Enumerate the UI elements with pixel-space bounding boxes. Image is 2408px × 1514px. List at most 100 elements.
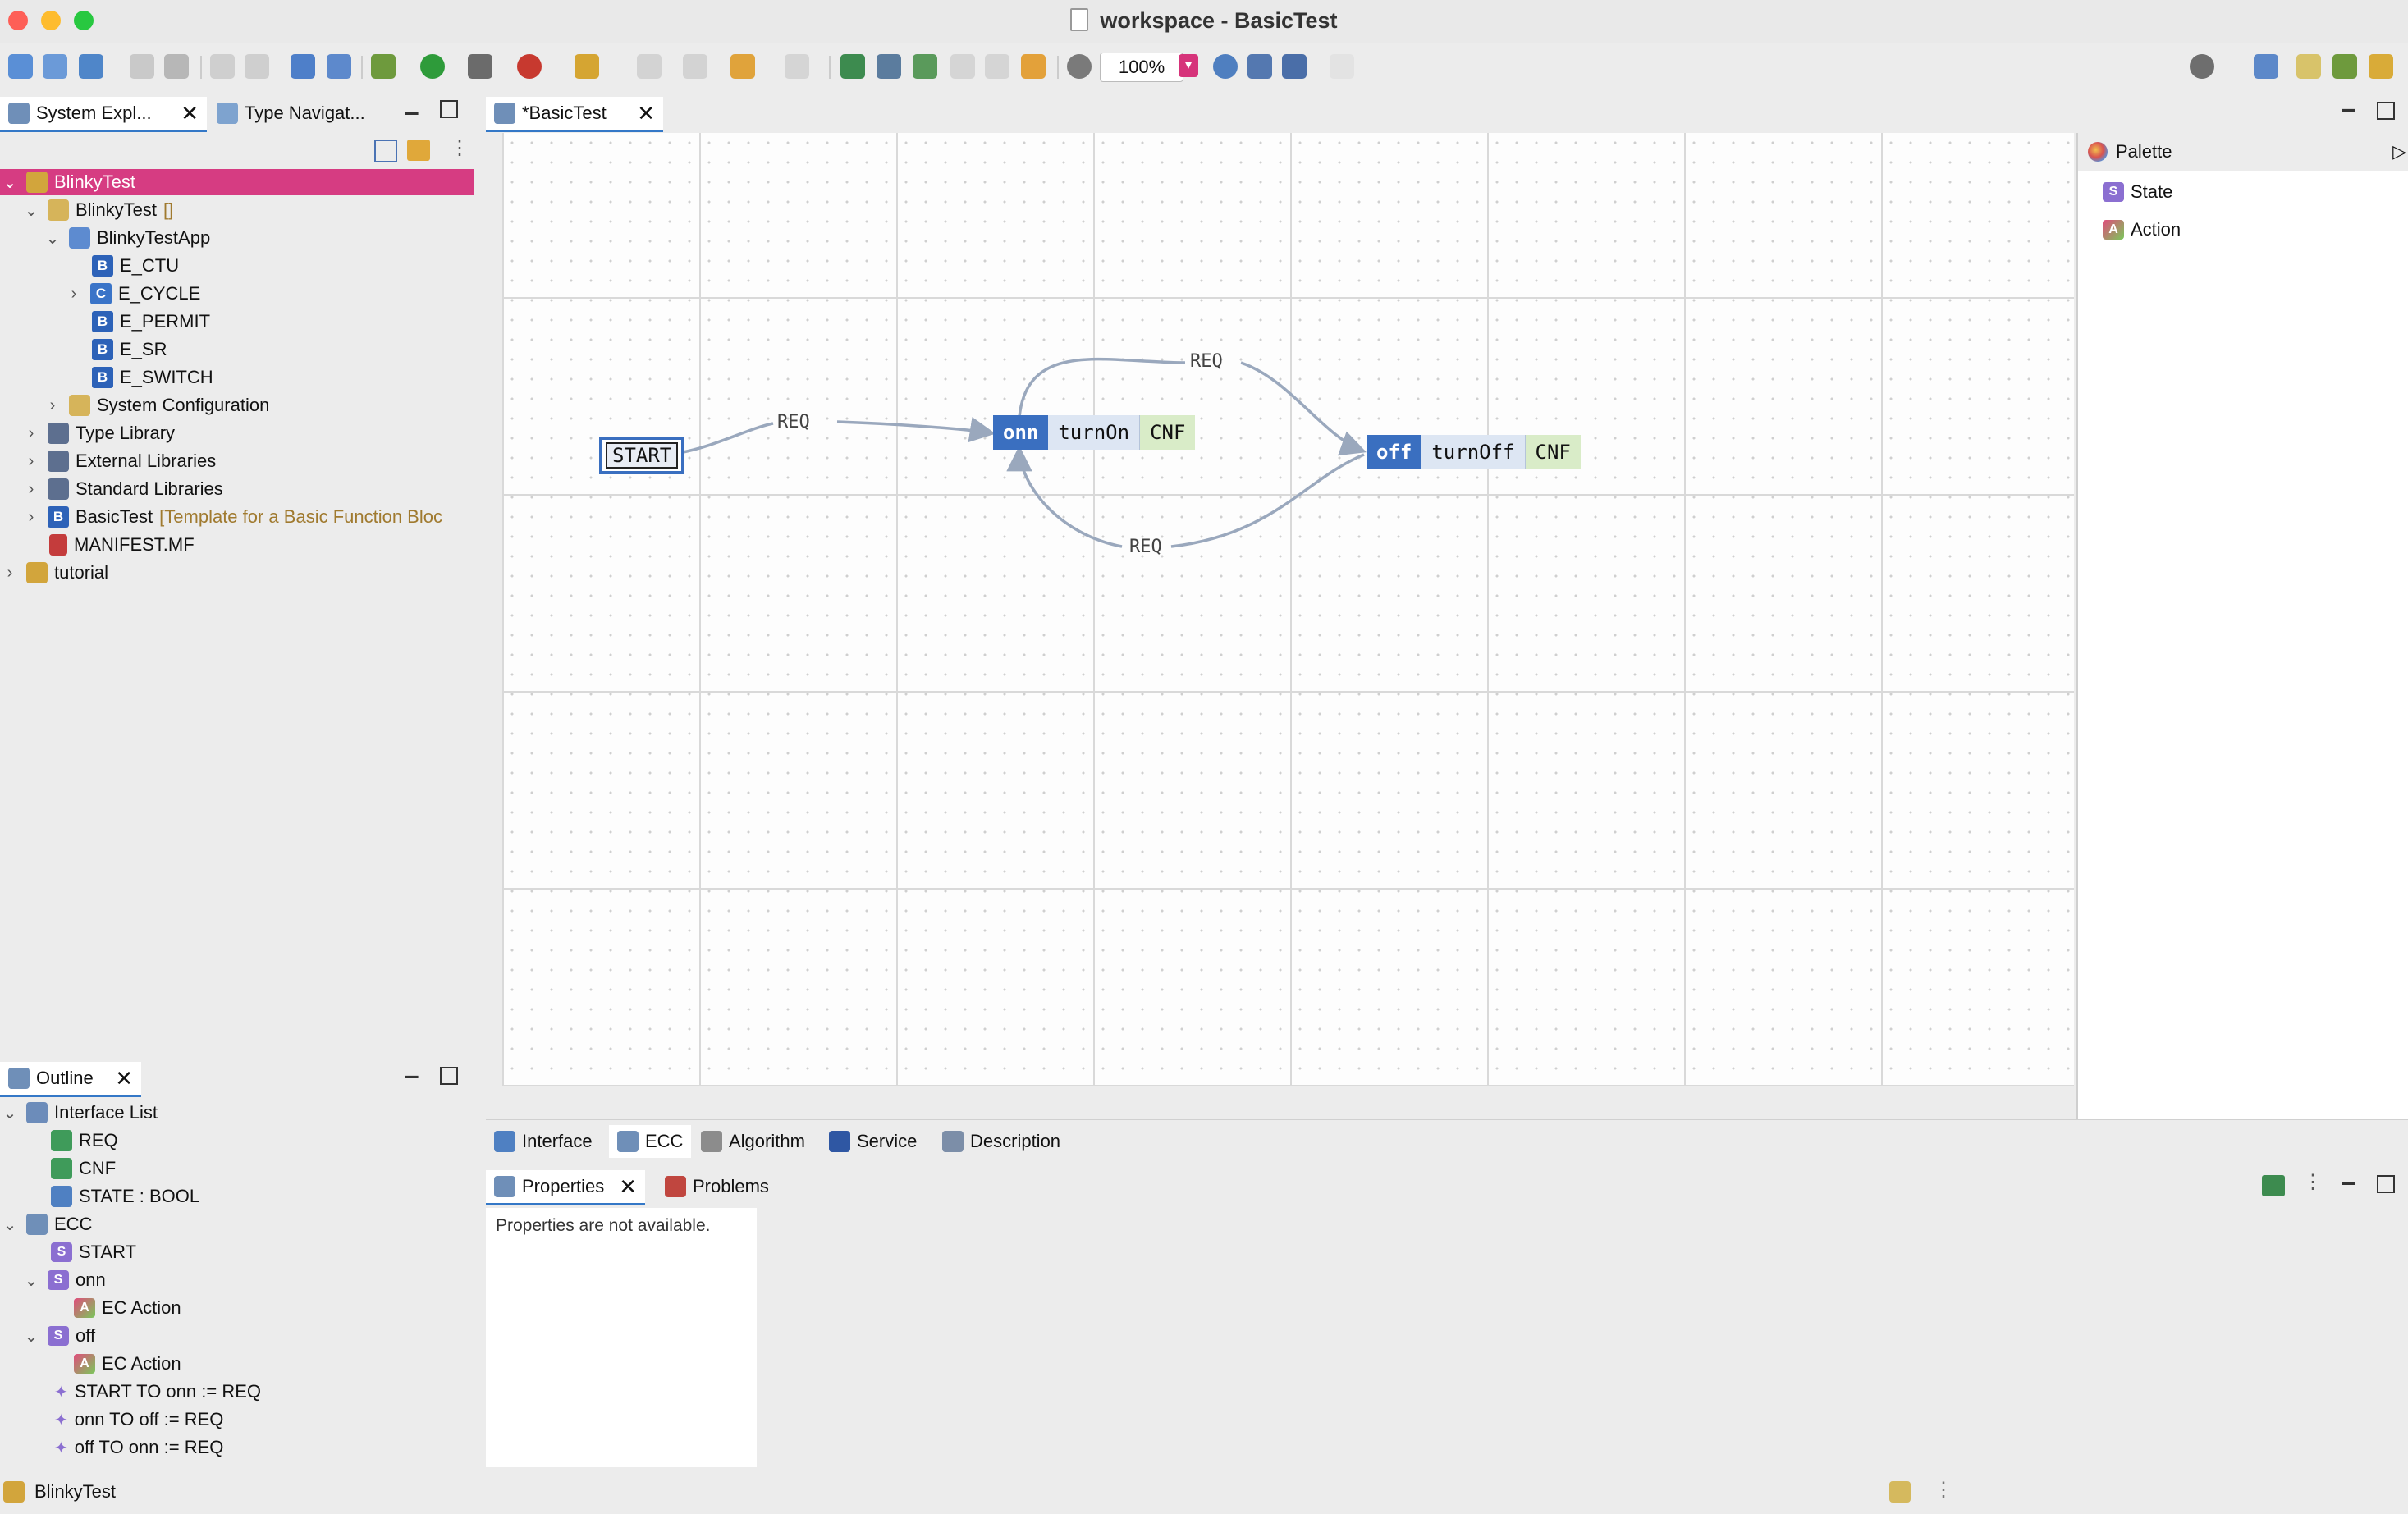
save-icon[interactable]: [130, 54, 154, 79]
tree-item-e-cycle[interactable]: › C E_CYCLE: [64, 281, 200, 307]
chevron-right-icon[interactable]: ›: [0, 564, 20, 583]
system-perspective-icon[interactable]: [2296, 54, 2321, 79]
new-type-icon[interactable]: [79, 54, 103, 79]
minimize-icon[interactable]: ▁: [2342, 92, 2355, 112]
tree-item-external-libraries[interactable]: › External Libraries: [21, 448, 216, 474]
chevron-right-icon[interactable]: ›: [21, 452, 41, 471]
tab-algorithm[interactable]: Algorithm: [693, 1125, 813, 1158]
state-onn[interactable]: onn turnOn CNF: [993, 415, 1196, 450]
pin-icon[interactable]: [2262, 1175, 2285, 1196]
tab-basictest-editor[interactable]: *BasicTest ✕: [486, 97, 663, 132]
palette-item-action[interactable]: A Action: [2103, 217, 2181, 243]
tab-description[interactable]: Description: [934, 1125, 1069, 1158]
debug-icon[interactable]: [371, 54, 396, 79]
close-icon[interactable]: ✕: [115, 1066, 133, 1091]
search-icon[interactable]: [2190, 54, 2214, 79]
status-menu-icon[interactable]: ⋮: [1934, 1478, 1953, 1502]
chevron-right-icon[interactable]: ›: [43, 396, 62, 415]
actual-size-icon[interactable]: [1247, 54, 1272, 79]
tree-item-e-permit[interactable]: B E_PERMIT: [92, 309, 210, 335]
tab-system-explorer[interactable]: System Expl... ✕: [0, 97, 207, 132]
pen-icon[interactable]: [575, 54, 599, 79]
open-perspective-icon[interactable]: [2254, 54, 2278, 79]
tree-item-e-switch[interactable]: B E_SWITCH: [92, 364, 213, 391]
outline-off[interactable]: ⌄ Soff: [21, 1323, 95, 1349]
outline-onn[interactable]: ⌄ Sonn: [21, 1267, 106, 1293]
link-editor-icon[interactable]: [407, 140, 430, 161]
chevron-right-icon[interactable]: ›: [21, 508, 41, 527]
tab-type-navigator[interactable]: Type Navigat...: [208, 97, 405, 130]
move-up-icon[interactable]: [950, 54, 975, 79]
close-icon[interactable]: ✕: [619, 1174, 637, 1200]
tab-outline[interactable]: Outline ✕: [0, 1062, 141, 1097]
outline-cnf[interactable]: CNF: [51, 1155, 116, 1182]
ecc-canvas[interactable]: START onn turnOn CNF off turnOff CNF REQ…: [502, 133, 2074, 1086]
zoom-dropdown-icon[interactable]: ▾: [1179, 54, 1198, 77]
zoom-combo[interactable]: 100%: [1100, 53, 1183, 82]
tree-item-blinkytestapp[interactable]: ⌄ BlinkyTestApp: [43, 225, 210, 251]
undo-icon[interactable]: [210, 54, 235, 79]
tree-item-manifest[interactable]: MANIFEST.MF: [49, 532, 195, 558]
tree-item-system-configuration[interactable]: › System Configuration: [43, 392, 269, 419]
maximize-icon[interactable]: [2377, 1175, 2395, 1193]
outline-off-action[interactable]: A EC Action: [74, 1351, 181, 1377]
tab-properties[interactable]: Properties ✕: [486, 1170, 646, 1205]
tree-item-basictest[interactable]: › B BasicTest [Template for a Basic Func…: [21, 504, 442, 530]
tab-service[interactable]: Service: [821, 1125, 925, 1158]
run-icon[interactable]: [420, 54, 445, 79]
tree-item-e-sr[interactable]: B E_SR: [92, 336, 167, 363]
git-perspective-icon[interactable]: [2369, 54, 2393, 79]
outline-transition-3[interactable]: ✦ off TO onn := REQ: [54, 1434, 223, 1461]
new-state-icon[interactable]: [840, 54, 865, 79]
state-start[interactable]: START: [599, 437, 685, 474]
minimize-icon[interactable]: ▁: [2342, 1165, 2355, 1186]
tab-problems[interactable]: Problems: [657, 1170, 777, 1203]
action-off-output[interactable]: CNF: [1525, 435, 1581, 469]
chevron-right-icon[interactable]: ▷: [2392, 141, 2406, 162]
transition-start-onn-label[interactable]: REQ: [777, 412, 810, 432]
palette-header[interactable]: Palette ▷: [2078, 133, 2408, 171]
tab-interface[interactable]: Interface: [486, 1125, 601, 1158]
save-all-icon[interactable]: [164, 54, 189, 79]
search-run-icon[interactable]: [468, 54, 492, 79]
forward-icon[interactable]: [785, 54, 809, 79]
outline-onn-action[interactable]: A EC Action: [74, 1295, 181, 1321]
grid-icon[interactable]: [913, 54, 937, 79]
sash[interactable]: [476, 92, 484, 1471]
action-off-algorithm[interactable]: turnOff: [1421, 435, 1526, 469]
collapse-all-icon[interactable]: [374, 140, 397, 162]
state-off[interactable]: off turnOff CNF: [1367, 435, 1581, 469]
refresh-icon[interactable]: [1021, 54, 1046, 79]
action-onn-algorithm[interactable]: turnOn: [1048, 415, 1141, 450]
minimize-icon[interactable]: ▁: [405, 1059, 418, 1079]
minimize-icon[interactable]: ▁: [405, 95, 418, 116]
next-annotation-icon[interactable]: [637, 54, 662, 79]
download-icon[interactable]: [327, 54, 351, 79]
maximize-icon[interactable]: [2377, 102, 2395, 120]
tree-item-type-library[interactable]: › Type Library: [21, 420, 175, 446]
transition-off-onn-label[interactable]: REQ: [1129, 537, 1162, 557]
new-project-icon[interactable]: [8, 54, 33, 79]
deploy-icon[interactable]: [291, 54, 315, 79]
move-down-icon[interactable]: [985, 54, 1009, 79]
chevron-right-icon[interactable]: ›: [21, 424, 41, 443]
tab-ecc[interactable]: ECC: [609, 1125, 692, 1158]
transition-onn-off-label[interactable]: REQ: [1190, 351, 1223, 372]
outline-transition-1[interactable]: ✦ START TO onn := REQ: [54, 1379, 261, 1405]
layout-icon[interactable]: [877, 54, 901, 79]
progress-icon[interactable]: [1889, 1481, 1911, 1503]
tree-item-e-ctu[interactable]: B E_CTU: [92, 253, 179, 279]
debug-perspective-icon[interactable]: [2332, 54, 2357, 79]
chevron-right-icon[interactable]: ›: [21, 480, 41, 499]
tree-item-tutorial[interactable]: › tutorial: [0, 560, 108, 586]
outline-req[interactable]: REQ: [51, 1127, 118, 1154]
fit-icon[interactable]: [1282, 54, 1307, 79]
close-icon[interactable]: ✕: [637, 101, 655, 126]
external-tools-icon[interactable]: [517, 54, 542, 79]
close-icon[interactable]: ✕: [181, 101, 199, 126]
tree-item-blinkytest-system[interactable]: ⌄ BlinkyTest []: [21, 197, 173, 223]
new-system-icon[interactable]: [43, 54, 67, 79]
view-menu-icon[interactable]: ⋮: [2303, 1170, 2323, 1194]
maximize-icon[interactable]: [440, 100, 458, 118]
action-onn-output[interactable]: CNF: [1140, 415, 1196, 450]
